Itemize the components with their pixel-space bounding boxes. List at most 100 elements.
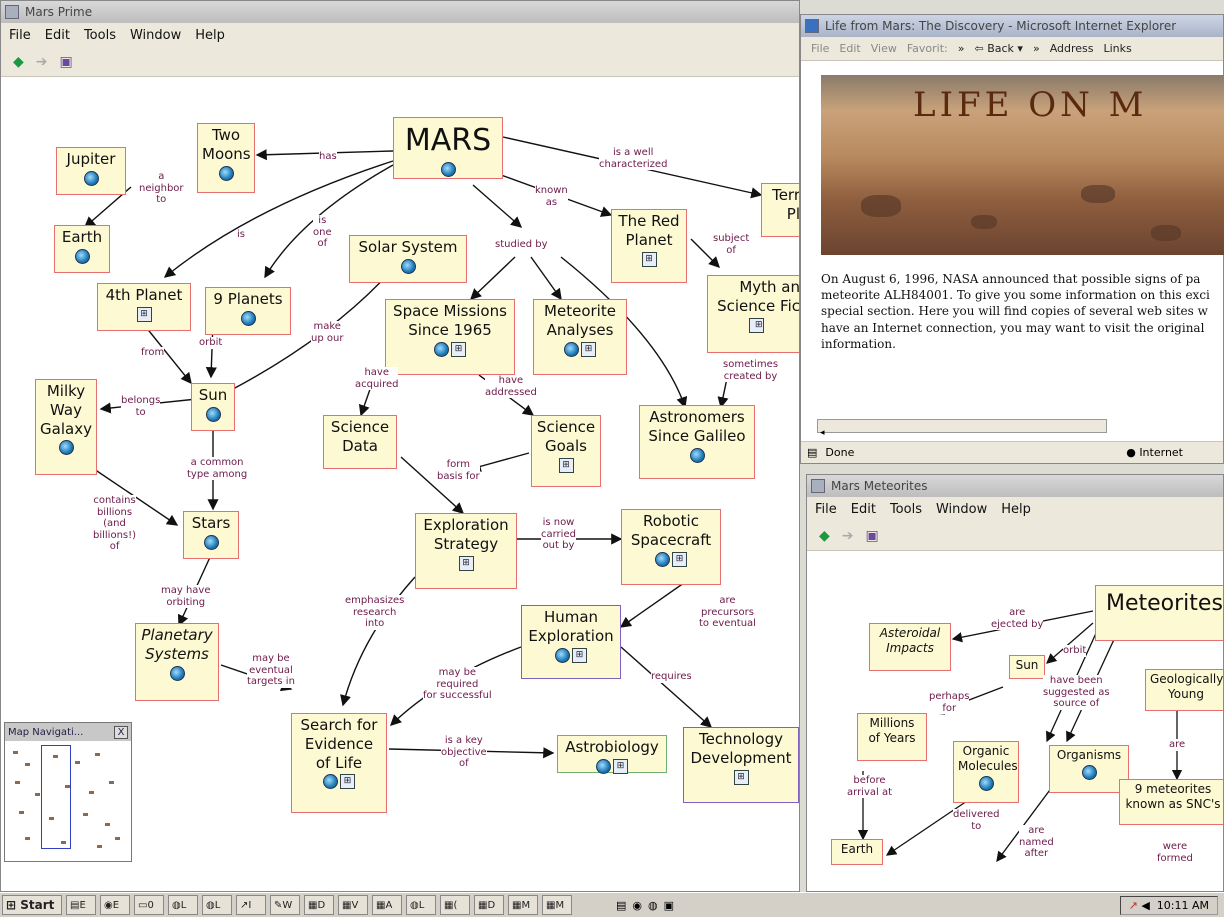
forward-arrow-icon[interactable]: ➔ [36, 55, 48, 69]
node-stars[interactable]: Stars [183, 511, 239, 559]
map-navigator-titlebar[interactable]: Map Navigati... X [5, 723, 131, 741]
task-button[interactable]: ◍ L [202, 895, 232, 915]
node-9-planets[interactable]: 9 Planets [205, 287, 291, 335]
task-button[interactable]: ↗ I [236, 895, 266, 915]
task-button[interactable]: ▦ D [474, 895, 504, 915]
concept-map-icon[interactable]: ⊞ [672, 551, 687, 567]
horizontal-scrollbar[interactable]: ◂ [817, 419, 1107, 438]
meteorites-map-canvas[interactable]: Meteorites Asteroidal Impacts Sun Millio… [807, 551, 1223, 891]
concept-map-icon[interactable]: ⊞ [613, 758, 628, 774]
node-mars[interactable]: MARS [393, 117, 503, 179]
task-button[interactable]: ▤ E [66, 895, 96, 915]
menu-file[interactable]: File [9, 28, 31, 43]
globe-icon[interactable] [978, 776, 994, 791]
ie-menu-file[interactable]: File [811, 42, 829, 55]
task-button[interactable]: ▦ M [542, 895, 572, 915]
concept-map-icon[interactable]: ⊞ [340, 774, 355, 790]
task-button[interactable]: ◉ E [100, 895, 130, 915]
globe-icon[interactable] [1081, 765, 1097, 780]
concept-map-icon[interactable]: ⊞ [641, 251, 657, 267]
globe-icon[interactable] [203, 534, 219, 550]
back-arrow-icon[interactable]: ◆ [819, 529, 830, 543]
viewport-rect[interactable] [41, 745, 71, 849]
met-menu-edit[interactable]: Edit [851, 502, 876, 517]
met-node-nine-meteorites[interactable]: 9 meteorites known as SNC's [1119, 779, 1223, 825]
globe-icon[interactable] [240, 310, 256, 326]
quick-launch-icon[interactable]: ▣ [664, 899, 674, 912]
task-button[interactable]: ▦ ( [440, 895, 470, 915]
node-robotic-spacecraft[interactable]: Robotic Spacecraft ⊞ [621, 509, 721, 585]
met-menu-window[interactable]: Window [936, 502, 987, 517]
scroll-left-icon[interactable]: ◂ [818, 428, 825, 438]
node-planetary-systems[interactable]: Planetary Systems [135, 623, 219, 701]
map-icon[interactable]: ▣ [60, 55, 73, 69]
globe-icon[interactable] [564, 341, 579, 357]
node-myth-science-fiction[interactable]: Myth an Science Fic ⊞ [707, 275, 799, 353]
concept-map-icon[interactable]: ⊞ [458, 555, 474, 571]
main-titlebar[interactable]: Mars Prime [1, 1, 799, 23]
globe-icon[interactable] [83, 170, 99, 186]
ie-menu-favorites[interactable]: Favorit: [907, 42, 948, 55]
menu-help[interactable]: Help [195, 28, 225, 43]
map-navigator-thumbnail[interactable] [5, 741, 131, 861]
browser-titlebar[interactable]: Life from Mars: The Discovery - Microsof… [801, 15, 1223, 37]
node-terrestrial-planet[interactable]: Terr Pl [761, 183, 799, 237]
back-arrow-icon[interactable]: ◆ [13, 55, 24, 69]
concept-map-icon[interactable]: ⊞ [748, 317, 764, 333]
start-button[interactable]: ⊞ Start [2, 895, 62, 915]
node-astronomers[interactable]: Astronomers Since Galileo [639, 405, 755, 479]
ie-chevron-2[interactable]: » [1033, 42, 1040, 55]
globe-icon[interactable] [434, 341, 449, 357]
met-menu-help[interactable]: Help [1001, 502, 1031, 517]
menu-window[interactable]: Window [130, 28, 181, 43]
met-node-geologically-young[interactable]: Geologically Young [1145, 669, 1223, 711]
node-science-goals[interactable]: Science Goals ⊞ [531, 415, 601, 487]
node-solar-system[interactable]: Solar System [349, 235, 467, 283]
task-button[interactable]: ▦ A [372, 895, 402, 915]
met-node-millions[interactable]: Millions of Years [857, 713, 927, 761]
map-icon[interactable]: ▣ [866, 529, 879, 543]
forward-arrow-icon[interactable]: ➔ [842, 529, 854, 543]
globe-icon[interactable] [400, 258, 416, 274]
met-node-organisms[interactable]: Organisms [1049, 745, 1129, 793]
task-button[interactable]: ▦ D [304, 895, 334, 915]
node-human-exploration[interactable]: Human Exploration ⊞ [521, 605, 621, 679]
task-button[interactable]: ◍ L [406, 895, 436, 915]
task-button[interactable]: ▦ V [338, 895, 368, 915]
met-menu-tools[interactable]: Tools [890, 502, 922, 517]
menu-edit[interactable]: Edit [45, 28, 70, 43]
concept-map-icon[interactable]: ⊞ [581, 341, 596, 357]
task-button[interactable]: ▭ 0 [134, 895, 164, 915]
globe-icon[interactable] [74, 248, 90, 264]
globe-icon[interactable] [555, 647, 570, 663]
node-milky-way[interactable]: Milky Way Galaxy [35, 379, 97, 475]
ie-chevron[interactable]: » [958, 42, 965, 55]
met-node-meteorites[interactable]: Meteorites [1095, 585, 1223, 641]
ie-menu-edit[interactable]: Edit [839, 42, 860, 55]
met-node-organic[interactable]: Organic Molecules [953, 741, 1019, 803]
task-button[interactable]: ◍ L [168, 895, 198, 915]
node-two-moons[interactable]: Two Moons [197, 123, 255, 193]
address-label[interactable]: Address [1050, 42, 1094, 55]
task-button[interactable]: ▦ M [508, 895, 538, 915]
globe-icon[interactable] [440, 161, 456, 177]
met-node-earth[interactable]: Earth [831, 839, 883, 865]
node-technology-development[interactable]: Technology Development ⊞ [683, 727, 799, 803]
node-4th-planet[interactable]: 4th Planet ⊞ [97, 283, 191, 331]
map-navigator-window[interactable]: Map Navigati... X [4, 722, 132, 862]
globe-icon[interactable] [205, 406, 221, 422]
globe-icon[interactable] [218, 165, 234, 181]
ie-menu-view[interactable]: View [871, 42, 897, 55]
close-icon[interactable]: X [114, 725, 128, 739]
node-space-missions[interactable]: Space Missions Since 1965 ⊞ [385, 299, 515, 375]
concept-map-icon[interactable]: ⊞ [136, 306, 152, 322]
tray-icon[interactable]: ↗ [1129, 899, 1138, 912]
node-jupiter[interactable]: Jupiter [56, 147, 126, 195]
concept-map-icon[interactable]: ⊞ [733, 769, 749, 785]
concept-map-icon[interactable]: ⊞ [451, 341, 466, 357]
node-search-evidence[interactable]: Search for Evidence of Life ⊞ [291, 713, 387, 813]
globe-icon[interactable] [689, 447, 705, 463]
node-meteorite-analyses[interactable]: Meteorite Analyses ⊞ [533, 299, 627, 375]
concept-map-icon[interactable]: ⊞ [558, 457, 574, 473]
globe-icon[interactable] [58, 440, 74, 456]
